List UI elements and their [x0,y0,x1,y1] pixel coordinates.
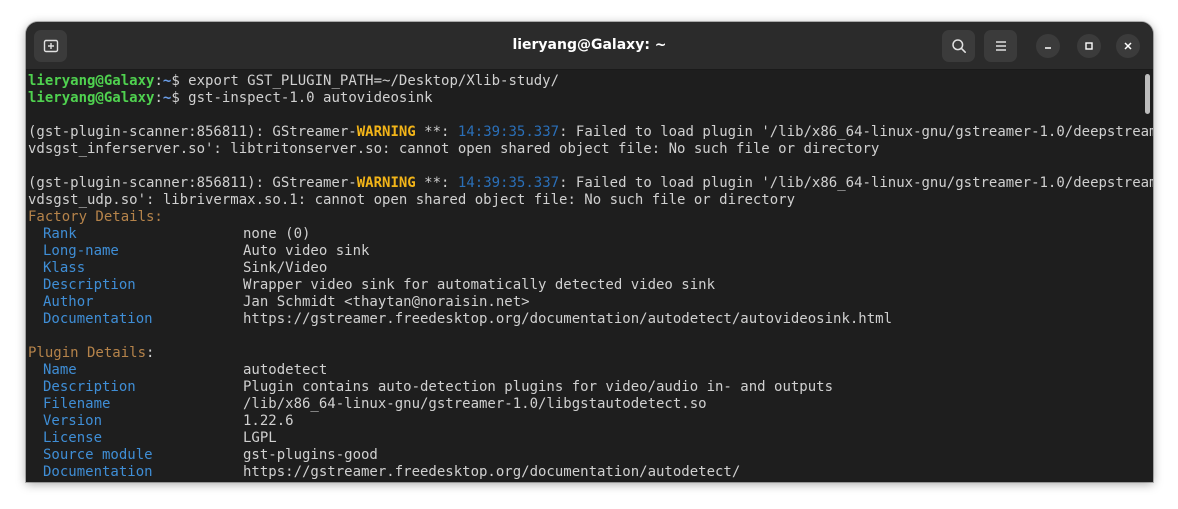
warning-message: vdsgst_inferserver.so': libtritonserver.… [28,141,880,157]
factory-details-header: Factory Details: [28,209,163,225]
field-key: Description [43,277,136,293]
menu-button[interactable] [984,30,1017,62]
field-key: Author [43,294,94,310]
field-key: Documentation [43,464,153,480]
plugin-details-header: Plugin Details: [28,345,1153,362]
command-line: lieryang@Galaxy:~$ export GST_PLUGIN_PAT… [28,73,1153,90]
close-icon [1124,42,1132,50]
warning-line: (gst-plugin-scanner:856811): GStreamer-W… [28,124,1153,141]
prompt-symbol: $ [171,73,189,89]
field-value: Auto video sink [243,243,370,259]
factory-row: Description Wrapper video sink for automa… [28,277,1153,294]
minimize-button[interactable] [1036,34,1060,58]
new-tab-button[interactable] [34,30,67,62]
field-key: Name [43,362,77,378]
prompt-separator: : [154,90,163,106]
warning-timestamp: 14:39:35.337 [457,175,560,191]
plugin-row: Description Plugin contains auto-detectio… [28,379,1153,396]
warning-prefix: (gst-plugin-scanner:856811): GStreamer- [28,175,357,191]
warning-line-cont: vdsgst_udp.so': librivermax.so.1: cannot… [28,192,1153,209]
factory-row: Rank none (0) [28,226,1153,243]
field-value: /lib/x86_64-linux-gnu/gstreamer-1.0/libg… [243,396,707,412]
warning-separator: **: [415,124,458,140]
search-icon [951,39,966,53]
field-value: 1.22.6 [243,413,294,429]
new-tab-icon [43,39,58,53]
field-key: Source module [43,447,153,463]
maximize-button[interactable] [1077,34,1101,58]
maximize-icon [1085,42,1093,50]
field-value: Sink/Video [243,260,328,276]
factory-row: Long-name Auto video sink [28,243,1153,260]
warning-separator: **: [415,175,458,191]
command-text: gst-inspect-1.0 autovideosink [188,90,433,106]
command-line: lieryang@Galaxy:~$ gst-inspect-1.0 autov… [28,90,1153,107]
factory-row: Documentation https://gstreamer.freedeskt… [28,311,1153,328]
factory-row: Klass Sink/Video [28,260,1153,277]
warning-message: : Failed to load plugin '/lib/x86_64-lin… [559,124,1153,140]
factory-row: Author Jan Schmidt <thaytan@noraisin.net> [28,294,1153,311]
minimize-icon [1045,47,1051,49]
field-key: Description [43,379,136,395]
plugin-row: Documentation https://gstreamer.freedeskt… [28,464,1153,481]
field-value: none (0) [243,226,311,242]
plugin-row: Version 1.22.6 [28,413,1153,430]
warning-level: WARNING [356,175,416,191]
field-key: License [43,430,103,446]
terminal-output[interactable]: lieryang@Galaxy:~$ export GST_PLUGIN_PAT… [26,70,1153,482]
header-bar: lieryang@Galaxy: ~ [26,22,1153,70]
field-key: Long-name [43,243,119,259]
warning-message: vdsgst_udp.so': librivermax.so.1: cannot… [28,192,796,208]
field-key: Documentation [43,311,153,327]
close-button[interactable] [1116,34,1140,58]
prompt-user: lieryang@Galaxy [28,73,155,89]
hamburger-menu-icon [995,41,1006,51]
field-value: https://gstreamer.freedesktop.org/docume… [243,464,741,480]
warning-prefix: (gst-plugin-scanner:856811): GStreamer- [28,124,357,140]
section-colon: : [146,345,155,361]
search-button[interactable] [942,30,975,62]
warning-line-cont: vdsgst_inferserver.so': libtritonserver.… [28,141,1153,158]
warning-message: : Failed to load plugin '/lib/x86_64-lin… [559,175,1153,191]
field-value: Wrapper video sink for automatically det… [243,277,716,293]
prompt-symbol: $ [171,90,189,106]
field-value: https://gstreamer.freedesktop.org/docume… [243,311,893,327]
plugin-row: Filename/lib/x86_64-linux-gnu/gstreamer-… [28,396,1153,413]
field-key: Version [43,413,103,429]
field-key: Filename [43,396,111,412]
field-value: LGPL [243,430,277,446]
prompt-user: lieryang@Galaxy [28,90,155,106]
field-value: gst-plugins-good [243,447,378,463]
plugin-row: Source module gst-plugins-good [28,447,1153,464]
command-text: export GST_PLUGIN_PATH=~/Desktop/Xlib-st… [188,73,560,89]
field-value: autodetect [243,362,328,378]
scrollbar-thumb[interactable] [1145,74,1150,114]
prompt-separator: : [154,73,163,89]
warning-line: (gst-plugin-scanner:856811): GStreamer-W… [28,175,1153,192]
terminal-window: lieryang@Galaxy: ~ lieryang@Galaxy:~$ ex… [26,22,1153,482]
section-title: Plugin Details [28,345,147,361]
field-key: Klass [43,260,86,276]
field-key: Rank [43,226,77,242]
plugin-row: License LGPL [28,430,1153,447]
field-value: Jan Schmidt <thaytan@noraisin.net> [243,294,530,310]
plugin-row: Name autodetect [28,362,1153,379]
warning-level: WARNING [356,124,416,140]
field-value: Plugin contains auto-detection plugins f… [243,379,834,395]
warning-timestamp: 14:39:35.337 [457,124,560,140]
